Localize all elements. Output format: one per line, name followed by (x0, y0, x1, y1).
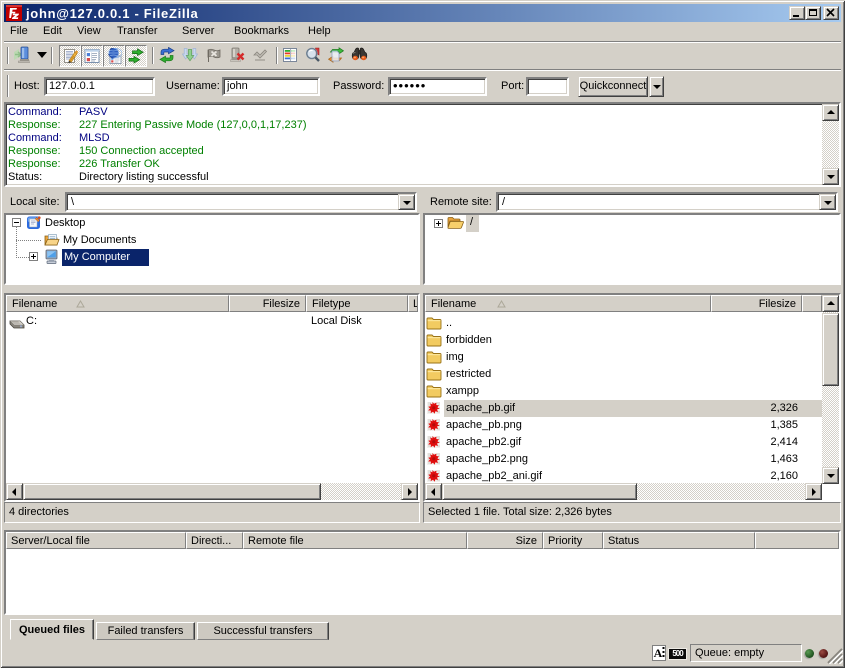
svg-text:A: A (654, 646, 663, 660)
